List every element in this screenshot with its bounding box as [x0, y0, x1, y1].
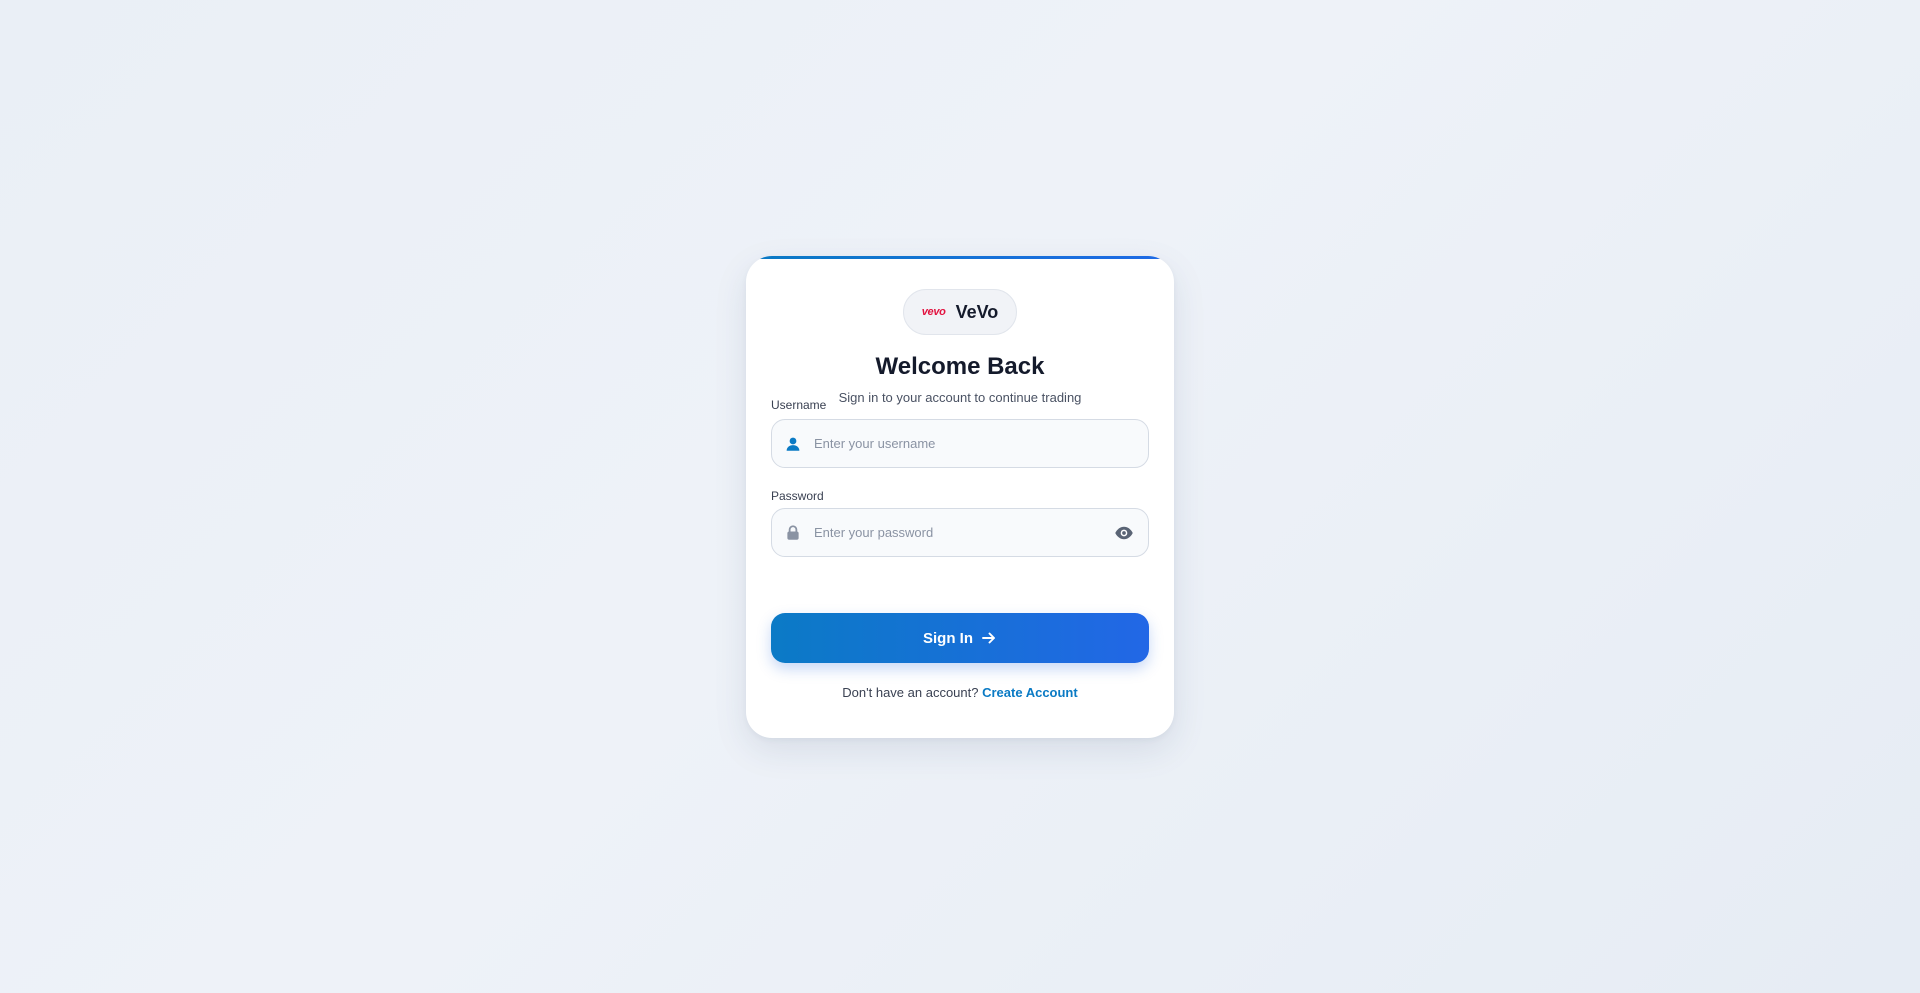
brand-logo: vevo — [921, 306, 946, 318]
username-field-wrapper — [771, 419, 1149, 468]
signup-prompt: Don't have an account? Create Account — [746, 685, 1174, 700]
brand-badge: vevo VeVo — [903, 289, 1017, 335]
eye-icon[interactable] — [1114, 524, 1134, 542]
user-icon — [786, 437, 800, 451]
password-label: Password — [771, 489, 824, 503]
password-field-wrapper — [771, 508, 1149, 557]
password-input[interactable] — [814, 509, 1104, 556]
page-title: Welcome Back — [875, 353, 1045, 380]
login-card: vevo VeVo Welcome Back Sign in to your a… — [746, 256, 1174, 738]
sign-in-button[interactable]: Sign In — [771, 613, 1149, 663]
arrow-right-icon — [982, 632, 995, 644]
username-label: Username — [771, 398, 827, 412]
username-input[interactable] — [814, 420, 1104, 467]
lock-icon — [787, 525, 799, 540]
signup-prompt-text: Don't have an account? — [842, 685, 979, 700]
card-accent-bar — [746, 256, 1174, 259]
brand-name: VeVo — [955, 301, 999, 322]
create-account-link[interactable]: Create Account — [982, 685, 1078, 700]
sign-in-label: Sign In — [923, 629, 973, 647]
